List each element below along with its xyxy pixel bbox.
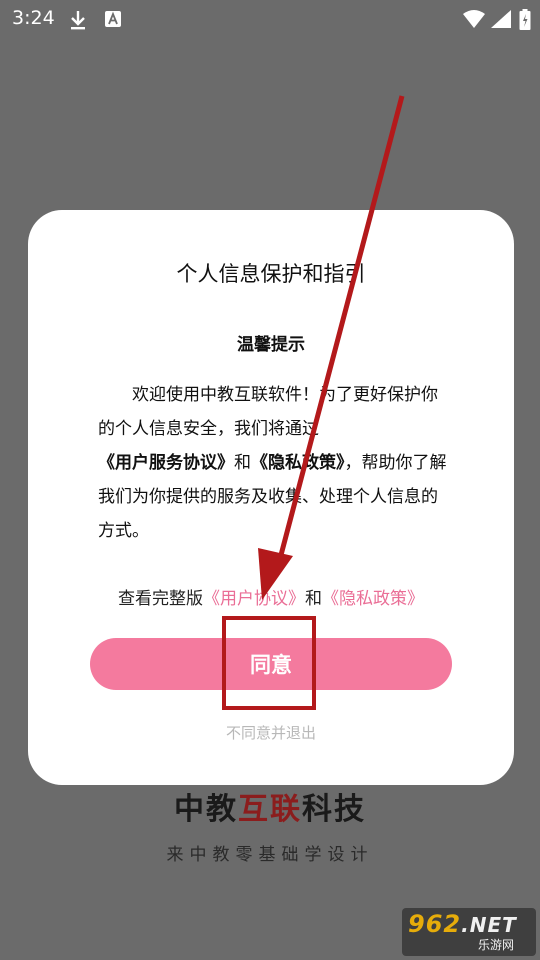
watermark-sub: 乐游网 — [478, 938, 515, 952]
annotation-box — [222, 616, 316, 710]
watermark-logo: 962.NET — [408, 910, 517, 938]
watermark: 962.NET 乐游网 — [402, 908, 536, 956]
annotation-arrow — [258, 95, 405, 600]
